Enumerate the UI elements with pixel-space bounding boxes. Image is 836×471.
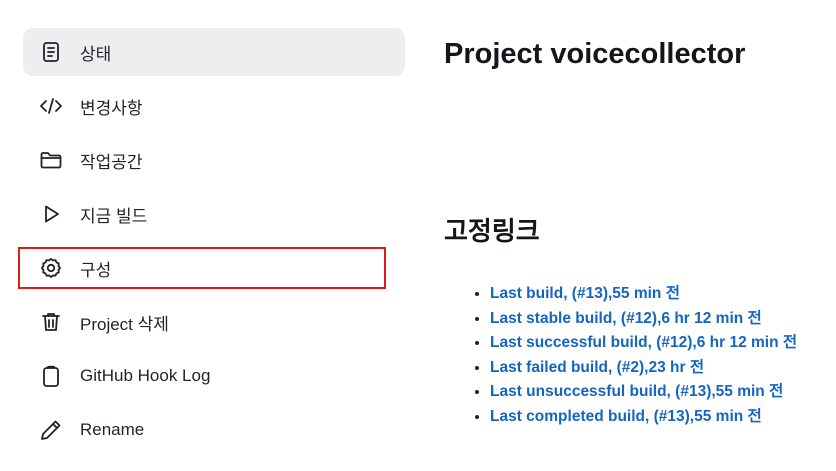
sidebar-item-build-now[interactable]: 지금 빌드: [23, 190, 405, 238]
clipboard-icon: [37, 362, 65, 390]
permalink-last-failed-build[interactable]: Last failed build, (#2),23 hr 전: [490, 359, 704, 376]
jenkins-project-page: 상태 변경사항 작업공간 지금 빌드 구성 Project 삭제 GitHub …: [0, 0, 836, 471]
sidebar-item-configure[interactable]: 구성: [23, 244, 405, 292]
play-icon: [37, 200, 65, 228]
sidebar-item-rename[interactable]: Rename: [23, 406, 405, 454]
list-item: Last failed build, (#2),23 hr 전: [490, 356, 836, 381]
sidebar-item-delete-project[interactable]: Project 삭제: [23, 298, 405, 346]
list-item: Last successful build, (#12),6 hr 12 min…: [490, 331, 836, 356]
sidebar-item-status[interactable]: 상태: [23, 28, 405, 76]
gear-icon: [37, 254, 65, 282]
code-icon: [37, 92, 65, 120]
sidebar-item-label: 변경사항: [80, 98, 143, 118]
permalinks-title: 고정링크: [444, 216, 540, 246]
permalink-last-successful-build[interactable]: Last successful build, (#12),6 hr 12 min…: [490, 334, 797, 351]
document-icon: [37, 38, 65, 66]
permalink-last-build[interactable]: Last build, (#13),55 min 전: [490, 285, 680, 302]
list-item: Last completed build, (#13),55 min 전: [490, 405, 836, 430]
sidebar-item-workspace[interactable]: 작업공간: [23, 136, 405, 184]
sidebar-item-label: Project 삭제: [80, 314, 169, 334]
sidebar-item-label: Rename: [80, 420, 145, 439]
sidebar-item-label: 상태: [80, 44, 112, 64]
list-item: Last stable build, (#12),6 hr 12 min 전: [490, 307, 836, 332]
sidebar-item-changes[interactable]: 변경사항: [23, 82, 405, 130]
sidebar-item-label: 구성: [80, 260, 112, 280]
page-title: Project voicecollector: [444, 38, 746, 70]
folder-icon: [37, 146, 65, 174]
sidebar-item-github-hook-log[interactable]: GitHub Hook Log: [23, 352, 405, 400]
permalink-last-unsuccessful-build[interactable]: Last unsuccessful build, (#13),55 min 전: [490, 383, 783, 400]
sidebar-item-label: 지금 빌드: [80, 206, 148, 226]
sidebar-item-label: 작업공간: [80, 152, 143, 172]
permalink-last-completed-build[interactable]: Last completed build, (#13),55 min 전: [490, 408, 762, 425]
list-item: Last unsuccessful build, (#13),55 min 전: [490, 380, 836, 405]
permalinks-list: Last build, (#13),55 min 전 Last stable b…: [470, 282, 836, 429]
sidebar-item-label: GitHub Hook Log: [80, 366, 211, 385]
permalink-last-stable-build[interactable]: Last stable build, (#12),6 hr 12 min 전: [490, 310, 762, 327]
trash-icon: [37, 308, 65, 336]
list-item: Last build, (#13),55 min 전: [490, 282, 836, 307]
sidebar: 상태 변경사항 작업공간 지금 빌드 구성 Project 삭제 GitHub …: [23, 28, 405, 460]
pencil-icon: [37, 416, 65, 444]
